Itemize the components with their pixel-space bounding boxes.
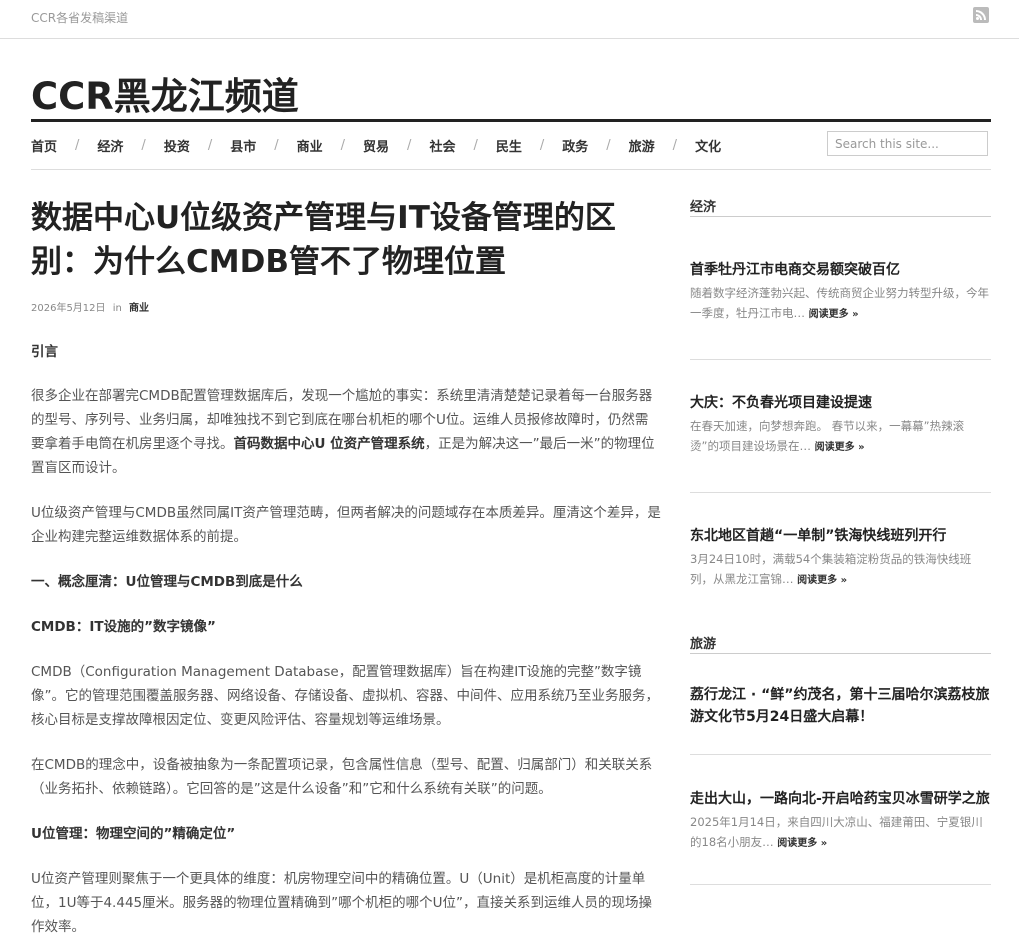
article-title: 数据中心U位级资产管理与IT设备管理的区别：为什么CMDB管不了物理位置 <box>31 200 616 280</box>
sidebar-post-title[interactable]: 走出大山，一路向北-开启哈药宝贝冰雪研学之旅 <box>690 788 991 810</box>
sidebar-post-excerpt: 随着数字经济蓬勃兴起、传统商贸企业努力转型升级，今年一季度，牡丹江市电… 阅读更… <box>690 283 991 325</box>
post-divider <box>690 359 991 360</box>
article-category-link[interactable]: 商业 <box>129 303 149 314</box>
read-more-link[interactable]: 阅读更多 » <box>809 309 859 320</box>
nav-item-culture[interactable]: 文化 <box>695 136 721 155</box>
widget-title-economy-label: 经济 <box>690 200 725 215</box>
article-date: 2026年5月12日 <box>31 303 106 314</box>
nav-item-investment[interactable]: 投资 <box>164 136 190 155</box>
widget-title-tourism-label: 旅游 <box>690 637 725 652</box>
sidebar-post-title[interactable]: 东北地区首趟“一单制”铁海快线班列开行 <box>690 525 991 547</box>
article: 数据中心U位级资产管理与IT设备管理的区别：为什么CMDB管不了物理位置 202… <box>31 196 661 939</box>
sidebar: 经济 首季牡丹江市电商交易额突破百亿 随着数字经济蓬勃兴起、传统商贸企业努力转型… <box>690 196 991 885</box>
paragraph-4: 在CMDB的理念中，设备被抽象为一条配置项记录，包含属性信息（型号、配置、归属部… <box>31 757 653 797</box>
nav-item-trade[interactable]: 贸易 <box>363 136 389 155</box>
widget-title-economy: 经济 <box>690 196 991 226</box>
nav-item-society[interactable]: 社会 <box>429 136 455 155</box>
paragraph-1-highlight: 首码数据中心U 位资产管理系统 <box>233 436 425 452</box>
read-more-link[interactable]: 阅读更多 » <box>815 442 865 453</box>
rss-dot <box>976 17 979 20</box>
nav-item-economy[interactable]: 经济 <box>97 136 123 155</box>
sidebar-post: 走出大山，一路向北-开启哈药宝贝冰雪研学之旅 2025年1月14日，来自四川大凉… <box>690 788 991 854</box>
sidebar-post-title[interactable]: 首季牡丹江市电商交易额突破百亿 <box>690 259 991 281</box>
post-divider <box>690 884 991 885</box>
paragraph-1: 很多企业在部署完CMDB配置管理数据库后，发现一个尴尬的事实：系统里清清楚楚记录… <box>31 384 661 480</box>
nav-separator: / <box>672 137 678 153</box>
sidebar-post: 荔行龙江 · “鲜”约茂名，第十三届哈尔滨荔枝旅游文化节5月24日盛大启幕！ <box>690 684 991 728</box>
nav-divider <box>31 169 991 170</box>
nav-item-counties[interactable]: 县市 <box>230 136 256 155</box>
nav-separator: / <box>75 137 80 153</box>
intro-heading: 引言 <box>31 344 58 360</box>
nav-separator: / <box>141 137 146 153</box>
post-divider <box>690 492 991 493</box>
nav-separator: / <box>473 137 478 153</box>
rss-icon[interactable] <box>973 7 989 23</box>
widget-title-rule <box>690 216 991 217</box>
top-link-channels[interactable]: CCR各省发稿渠道 <box>31 9 128 26</box>
paragraph-5: U位资产管理则聚焦于一个更具体的维度：机房物理空间中的精确位置。U（Unit）是… <box>31 871 652 935</box>
sidebar-post-title[interactable]: 大庆：不负春光项目建设提速 <box>690 392 991 414</box>
sidebar-post: 东北地区首趟“一单制”铁海快线班列开行 3月24日10时，满载54个集装箱淀粉货… <box>690 525 991 591</box>
nav-item-home[interactable]: 首页 <box>31 136 57 155</box>
widget-title-rule <box>690 653 991 654</box>
widget-title-tourism: 旅游 <box>690 633 991 663</box>
nav-separator: / <box>274 137 279 153</box>
main-nav: 首页 / 经济 / 投资 / 县市 / 商业 / 贸易 / 社会 / 民生 / … <box>31 136 721 155</box>
read-more-link[interactable]: 阅读更多 » <box>777 838 827 849</box>
nav-separator: / <box>207 137 213 153</box>
nav-item-tourism[interactable]: 旅游 <box>629 136 655 155</box>
nav-separator: / <box>340 137 346 153</box>
paragraph-2: U位级资产管理与CMDB虽然同属IT资产管理范畴，但两者解决的问题域存在本质差异… <box>31 505 661 545</box>
nav-separator: / <box>606 137 611 153</box>
nav-item-business[interactable]: 商业 <box>297 136 323 155</box>
sidebar-post-excerpt: 2025年1月14日，来自四川大凉山、福建莆田、宁夏银川的18名小朋友… 阅读更… <box>690 812 991 854</box>
sidebar-post: 大庆：不负春光项目建设提速 在春天加速，向梦想奔跑。 春节以来，一幕幕”热辣滚烫… <box>690 392 991 458</box>
sidebar-post-excerpt: 在春天加速，向梦想奔跑。 春节以来，一幕幕”热辣滚烫”的项目建设场景在… 阅读更… <box>690 416 991 458</box>
nav-separator: / <box>539 137 545 153</box>
article-meta: 2026年5月12日 in 商业 <box>31 299 661 314</box>
nav-item-livelihood[interactable]: 民生 <box>496 136 522 155</box>
article-meta-in: in <box>112 303 122 314</box>
nav-separator: / <box>407 137 412 153</box>
section-heading-u-position: U位管理：物理空间的”精确定位” <box>31 826 236 842</box>
paragraph-3: CMDB（Configuration Management Database，配… <box>31 664 659 728</box>
nav-item-government[interactable]: 政务 <box>562 136 588 155</box>
sidebar-post-title[interactable]: 荔行龙江 · “鲜”约茂名，第十三届哈尔滨荔枝旅游文化节5月24日盛大启幕！ <box>690 684 991 728</box>
section-heading-cmdb: CMDB：IT设施的”数字镜像” <box>31 619 216 635</box>
sidebar-post-excerpt-text: 2025年1月14日，来自四川大凉山、福建莆田、宁夏银川的18名小朋友… <box>690 815 983 849</box>
header-divider <box>31 119 991 122</box>
section-heading-1: 一、概念厘清：U位管理与CMDB到底是什么 <box>31 574 303 590</box>
site-title[interactable]: CCR黑龙江频道 <box>31 66 299 120</box>
post-divider <box>690 754 991 755</box>
sidebar-post-excerpt: 3月24日10时，满载54个集装箱淀粉货品的铁海快线班列，从黑龙江富锦… 阅读更… <box>690 549 991 591</box>
top-bar: CCR各省发稿渠道 <box>0 0 1019 39</box>
sidebar-post: 首季牡丹江市电商交易额突破百亿 随着数字经济蓬勃兴起、传统商贸企业努力转型升级，… <box>690 259 991 325</box>
read-more-link[interactable]: 阅读更多 » <box>797 575 847 586</box>
search-input[interactable] <box>827 131 988 156</box>
